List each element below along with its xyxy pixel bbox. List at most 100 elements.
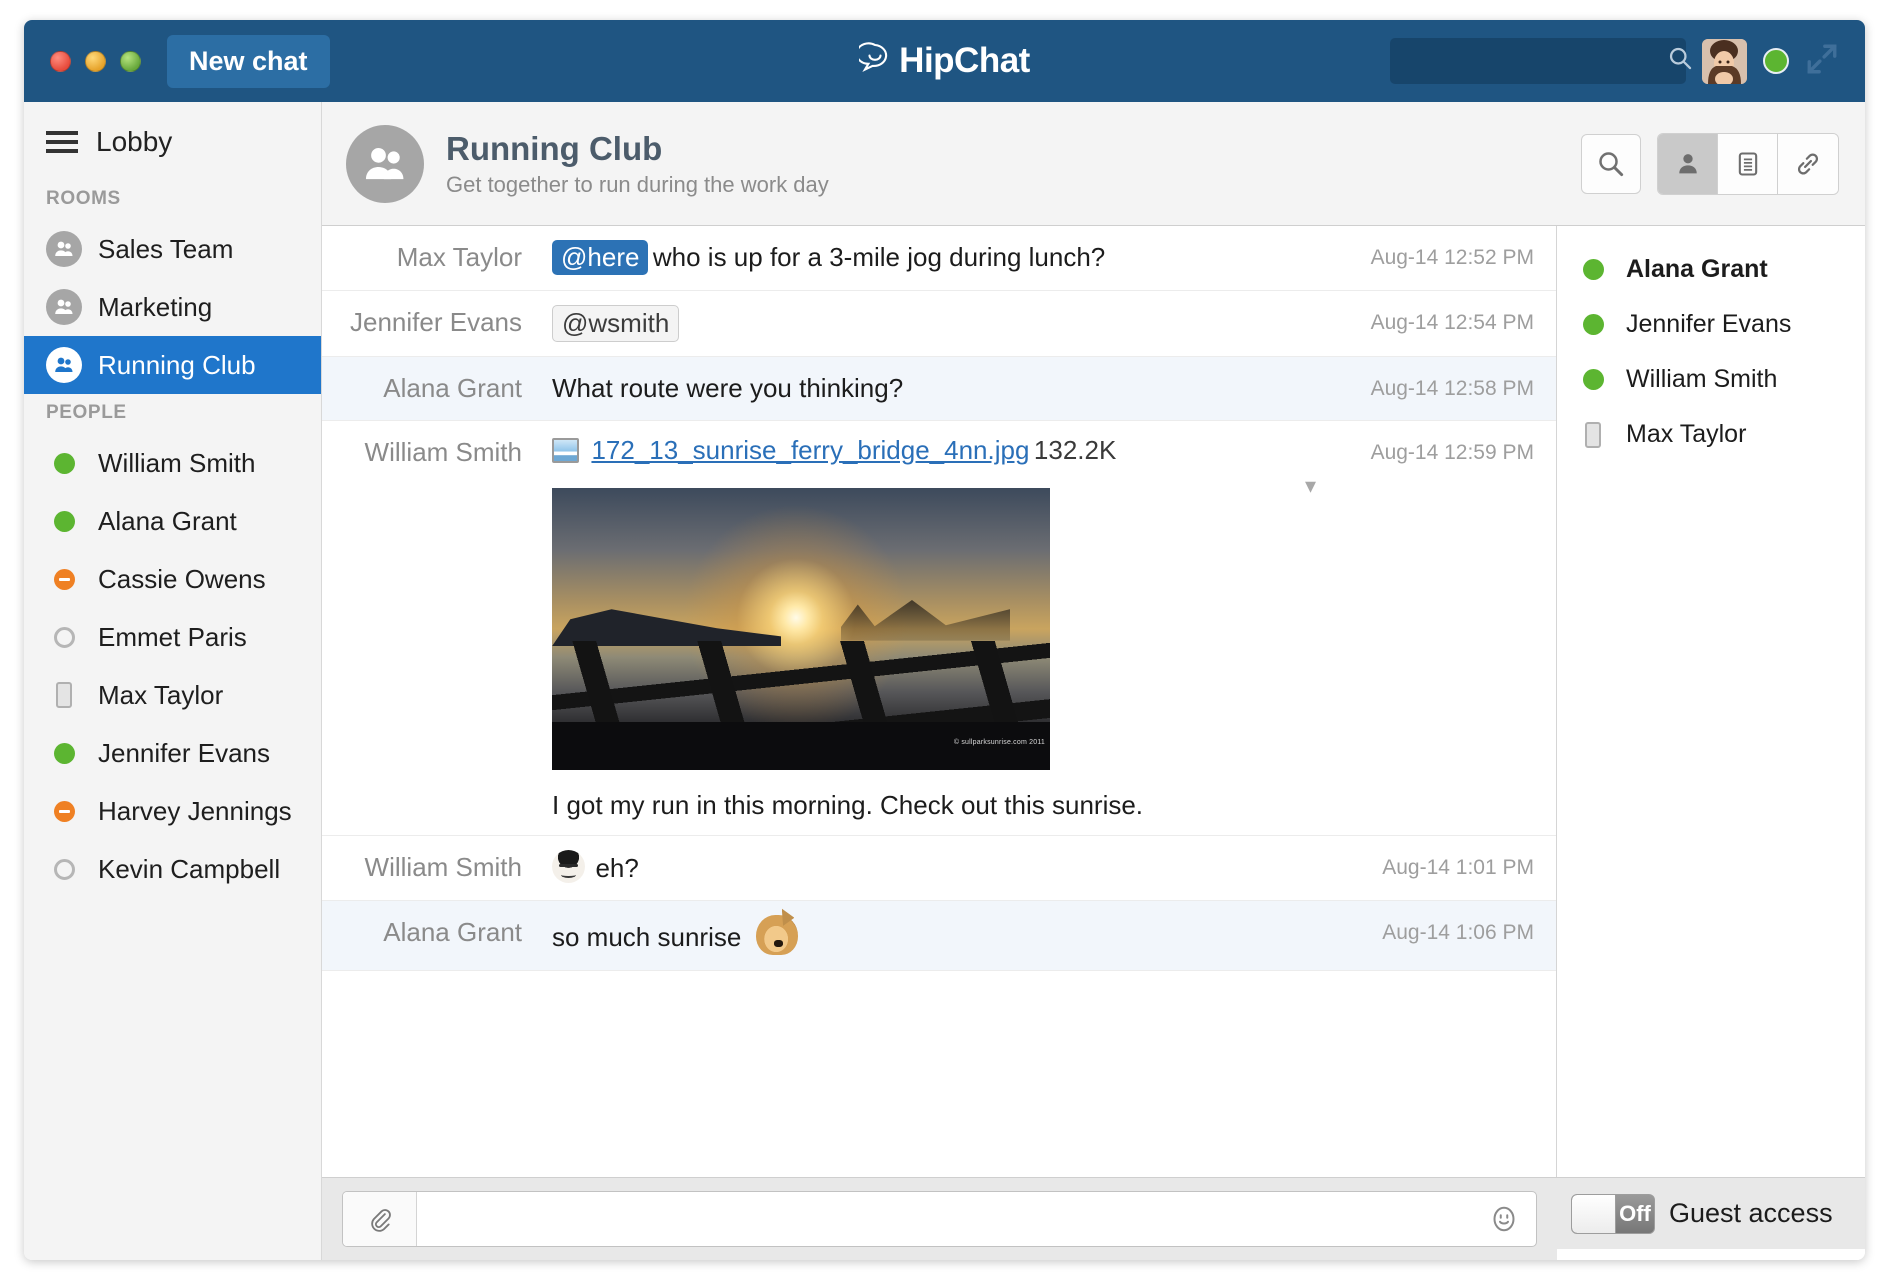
sidebar-item-label: William Smith [98, 448, 255, 479]
status-available-icon [46, 511, 82, 532]
message-row-attachment: William Smith 172_13_sunrise_ferry_bridg… [322, 421, 1556, 836]
message-body: What route were you thinking? [552, 371, 1341, 407]
status-mobile-icon [1575, 422, 1611, 448]
message-row: Jennifer Evans @wsmith Aug-14 12:54 PM [322, 291, 1556, 357]
status-offline-icon [46, 627, 82, 648]
people-list: William Smith Alana Grant Cassie Owens E… [24, 434, 321, 898]
mention-pill[interactable]: @wsmith [552, 305, 679, 342]
status-dnd-icon [46, 801, 82, 822]
room-links-button[interactable] [1778, 134, 1838, 194]
message-sender: Jennifer Evans [322, 305, 552, 342]
message-text: What route were you thinking? [552, 373, 903, 403]
group-people-icon [46, 347, 82, 383]
sidebar-item-running-club[interactable]: Running Club [24, 336, 321, 394]
toggle-state-label: Off [1616, 1201, 1654, 1227]
new-chat-button[interactable]: New chat [167, 35, 330, 88]
sidebar-item-emmet-paris[interactable]: Emmet Paris [24, 608, 321, 666]
status-available-icon [1575, 369, 1611, 390]
message-row: William Smith eh? Aug-14 1:01 PM [322, 836, 1556, 901]
my-status-indicator[interactable] [1763, 48, 1789, 74]
title-bar: New chat HipChat [24, 20, 1865, 102]
message-sender: William Smith [322, 435, 552, 821]
sidebar-item-alana-grant[interactable]: Alana Grant [24, 492, 321, 550]
minimize-window-button[interactable] [85, 51, 106, 72]
room-topic: Get together to run during the work day [446, 172, 829, 198]
image-thumbnail[interactable]: © sullparksunrise.com 2011 [552, 488, 1050, 770]
message-timestamp: Aug-14 12:59 PM [1341, 435, 1556, 821]
room-people-button[interactable] [1658, 134, 1718, 194]
doge-emoji-icon [756, 915, 798, 955]
title-bar-right [1390, 38, 1839, 84]
roster-item-label: Alana Grant [1626, 255, 1768, 284]
attachment-line: 172_13_sunrise_ferry_bridge_4nn.jpg 132.… [552, 435, 1321, 466]
sidebar-item-lobby[interactable]: Lobby [24, 102, 321, 180]
message-sender: Alana Grant [322, 371, 552, 407]
sidebar: Lobby ROOMS Sales Team Marketing [24, 102, 322, 1260]
message-body: @wsmith [552, 305, 1341, 342]
message-body: so much sunrise [552, 915, 1341, 955]
sidebar-item-label: Jennifer Evans [98, 738, 270, 769]
roster-item-jennifer-evans[interactable]: Jennifer Evans [1557, 297, 1865, 352]
sidebar-item-kevin-campbell[interactable]: Kevin Campbell [24, 840, 321, 898]
message-row: Max Taylor @here who is up for a 3-mile … [322, 226, 1556, 291]
room-files-button[interactable] [1718, 134, 1778, 194]
window-controls [50, 51, 141, 72]
hamburger-icon [46, 131, 78, 153]
message-input[interactable] [417, 1192, 1472, 1246]
message-body: 172_13_sunrise_ferry_bridge_4nn.jpg 132.… [552, 435, 1341, 821]
people-section-header: PEOPLE [24, 394, 321, 434]
room-actions [1581, 133, 1839, 195]
zoom-window-button[interactable] [120, 51, 141, 72]
message-text: eh? [595, 853, 638, 883]
compose-bar [322, 1177, 1557, 1260]
sidebar-item-harvey-jennings[interactable]: Harvey Jennings [24, 782, 321, 840]
status-available-icon [46, 453, 82, 474]
sidebar-item-max-taylor[interactable]: Max Taylor [24, 666, 321, 724]
roster-item-william-smith[interactable]: William Smith [1557, 352, 1865, 407]
message-text: so much sunrise [552, 922, 741, 952]
status-available-icon [46, 743, 82, 764]
sidebar-item-label: Cassie Owens [98, 564, 266, 595]
message-text: I got my run in this morning. Check out … [552, 790, 1321, 821]
chevron-down-icon[interactable]: ▾ [1305, 473, 1316, 499]
status-mobile-icon [46, 682, 82, 708]
global-search[interactable] [1390, 38, 1686, 84]
status-offline-icon [46, 859, 82, 880]
message-timestamp: Aug-14 12:52 PM [1341, 240, 1556, 276]
message-area: Max Taylor @here who is up for a 3-mile … [322, 226, 1865, 1177]
sidebar-item-label: Running Club [98, 350, 256, 381]
group-people-icon [46, 231, 82, 267]
room-roster-panel: Alana Grant Jennifer Evans William Smith [1557, 226, 1865, 1177]
rooms-list: Sales Team Marketing Running Club [24, 220, 321, 394]
roster-item-max-taylor[interactable]: Max Taylor [1557, 407, 1865, 462]
group-people-icon [346, 125, 424, 203]
attach-file-button[interactable] [343, 1192, 417, 1246]
sidebar-item-sales-team[interactable]: Sales Team [24, 220, 321, 278]
close-window-button[interactable] [50, 51, 71, 72]
guest-access-toggle[interactable]: Off [1571, 1194, 1655, 1234]
mention-pill[interactable]: @here [552, 240, 648, 275]
sidebar-item-william-smith[interactable]: William Smith [24, 434, 321, 492]
sidebar-item-cassie-owens[interactable]: Cassie Owens [24, 550, 321, 608]
file-link[interactable]: 172_13_sunrise_ferry_bridge_4nn.jpg [591, 435, 1029, 465]
sidebar-item-label: Max Taylor [98, 680, 223, 711]
sidebar-item-label: Emmet Paris [98, 622, 247, 653]
emoji-picker-button[interactable] [1472, 1192, 1536, 1246]
room-header-text: Running Club Get together to run during … [446, 129, 829, 199]
roster-item-alana-grant[interactable]: Alana Grant [1557, 242, 1865, 297]
message-sender: William Smith [322, 850, 552, 886]
avatar[interactable] [1702, 39, 1747, 84]
guest-access-label: Guest access [1669, 1198, 1833, 1229]
file-size: 132.2K [1034, 435, 1116, 465]
room-search-button[interactable] [1581, 134, 1641, 194]
sidebar-item-jennifer-evans[interactable]: Jennifer Evans [24, 724, 321, 782]
expand-window-icon[interactable] [1805, 42, 1839, 81]
sidebar-item-marketing[interactable]: Marketing [24, 278, 321, 336]
search-input[interactable] [1402, 38, 1667, 84]
lobby-label: Lobby [96, 126, 172, 158]
bottom-bar: Off Guest access [322, 1177, 1865, 1260]
guest-access-bar: Off Guest access [1557, 1177, 1865, 1249]
room-header: Running Club Get together to run during … [322, 102, 1865, 226]
message-list: Max Taylor @here who is up for a 3-mile … [322, 226, 1556, 1177]
image-file-icon [552, 438, 579, 463]
